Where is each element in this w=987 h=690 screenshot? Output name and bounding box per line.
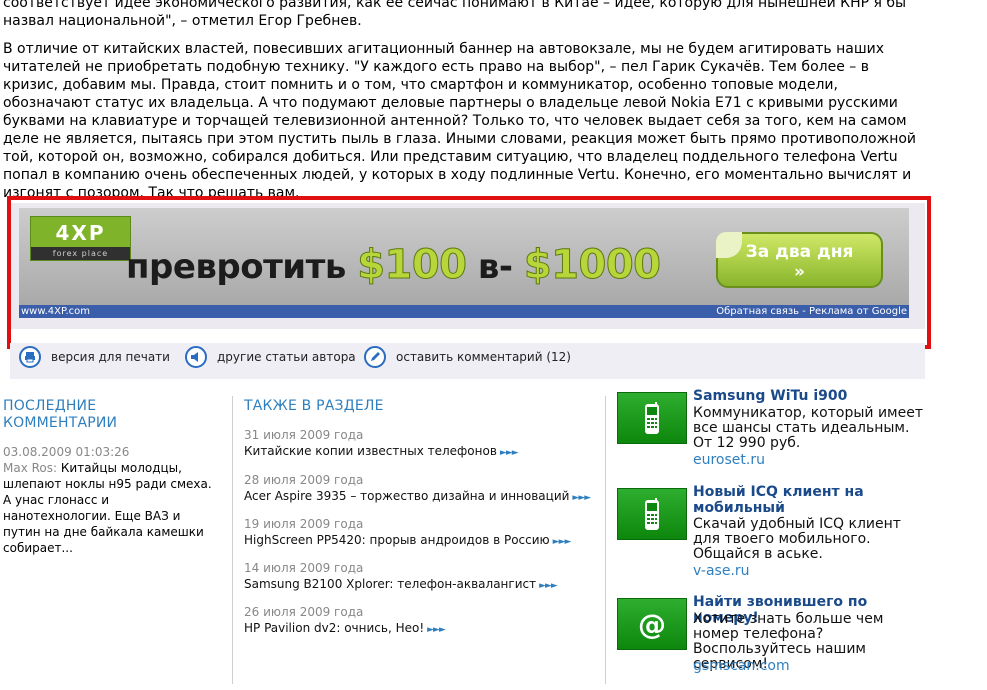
news-item: 28 июля 2009 года Acer Aspire 3935 – тор… [244, 472, 594, 506]
also-in-section-title: ТАКЖЕ В РАЗДЕЛЕ [244, 398, 384, 414]
news-link[interactable]: HP Pavilion dv2: очнись, Нео! ►►► [244, 620, 594, 638]
news-item: 26 июля 2009 года HP Pavilion dv2: очнис… [244, 604, 594, 638]
news-date: 14 июля 2009 года [244, 561, 364, 575]
leave-comment-label: оставить комментарий (12) [396, 350, 571, 364]
more-arrows-icon[interactable]: ►►► [500, 448, 519, 458]
more-arrows-icon[interactable]: ►►► [427, 625, 446, 635]
svg-text:@: @ [638, 608, 666, 641]
comment-author[interactable]: Max Ros: [3, 461, 57, 475]
print-version-link[interactable]: версия для печати [19, 346, 170, 368]
article-paragraph: В отличие от китайских властей, повесивш… [3, 41, 917, 201]
news-title[interactable]: HP Pavilion dv2: очнись, Нео! [244, 621, 424, 635]
text-ad[interactable]: Samsung WiTu i900 Коммуникатор, который … [617, 388, 923, 470]
speaker-icon [185, 346, 207, 368]
text-ad-url[interactable]: gsmscan.com [693, 658, 790, 674]
leave-comment-link[interactable]: оставить комментарий (12) [364, 346, 571, 368]
author-articles-link[interactable]: другие статьи автора [185, 346, 356, 368]
news-date: 31 июля 2009 года [244, 428, 364, 442]
article-paragraph: соответствует идее экономического развит… [3, 0, 907, 29]
comment-text[interactable]: Китайцы молодцы, шлепают ноклы н95 ради … [3, 461, 212, 555]
more-arrows-icon[interactable]: ►►► [539, 581, 558, 591]
pencil-icon [364, 346, 386, 368]
news-link[interactable]: Acer Aspire 3935 – торжество дизайна и и… [244, 488, 594, 506]
printer-icon [19, 346, 41, 368]
at-sign-icon: @ [617, 598, 687, 650]
text-ad[interactable]: @ Найти звонившего по номеру! Хотите зна… [617, 594, 917, 676]
mobile-phone-icon [617, 488, 687, 540]
column-divider [232, 396, 233, 684]
more-arrows-icon[interactable]: ►►► [553, 537, 572, 547]
text-ad-url[interactable]: euroset.ru [693, 452, 765, 468]
column-divider [605, 396, 606, 684]
latest-comments-title: ПОСЛЕДНИЕ КОММЕНТАРИИ [3, 398, 118, 431]
news-item: 31 июля 2009 года Китайские копии извест… [244, 427, 594, 461]
text-ad[interactable]: Новый ICQ клиент на мобильный Скачай удо… [617, 484, 917, 580]
text-ad-url[interactable]: v-ase.ru [693, 563, 750, 579]
text-ad-description: Скачай удобный ICQ клиент для твоего моб… [693, 516, 901, 562]
text-ad-description: Коммуникатор, который имеет все шансы ст… [693, 405, 923, 451]
article-tools-bar: версия для печати другие статьи автора о… [10, 343, 925, 379]
news-item: 14 июля 2009 года Samsung B2100 Xplorer:… [244, 560, 594, 594]
news-date: 19 июля 2009 года [244, 517, 364, 531]
news-link[interactable]: Китайские копии известных телефонов ►►► [244, 443, 594, 461]
news-date: 28 июля 2009 года [244, 473, 364, 487]
news-link[interactable]: HighScreen PP5420: прорыв андроидов в Ро… [244, 532, 594, 550]
comment-item: 03.08.2009 01:03:26 Max Ros: Китайцы мол… [3, 444, 218, 556]
news-item: 19 июля 2009 года HighScreen PP5420: про… [244, 516, 594, 550]
print-version-label: версия для печати [51, 350, 170, 364]
mobile-phone-icon [617, 392, 687, 444]
news-link[interactable]: Samsung B2100 Xplorer: телефон-акваланги… [244, 576, 594, 594]
news-title[interactable]: Китайские копии известных телефонов [244, 444, 497, 458]
comment-date: 03.08.2009 01:03:26 [3, 445, 130, 459]
article-body: соответствует идее экономического развит… [3, 0, 925, 212]
more-arrows-icon[interactable]: ►►► [572, 493, 591, 503]
news-title[interactable]: Acer Aspire 3935 – торжество дизайна и и… [244, 489, 569, 503]
text-ad-title[interactable]: Samsung WiTu i900 [693, 388, 923, 404]
text-ad-title[interactable]: Новый ICQ клиент на мобильный [693, 484, 923, 516]
ad-highlight-box [7, 196, 931, 349]
author-articles-label: другие статьи автора [217, 350, 356, 364]
comment-body: Max Ros: Китайцы молодцы, шлепают ноклы … [3, 460, 218, 556]
news-title[interactable]: HighScreen PP5420: прорыв андроидов в Ро… [244, 533, 550, 547]
news-title[interactable]: Samsung B2100 Xplorer: телефон-акваланги… [244, 577, 536, 591]
news-date: 26 июля 2009 года [244, 605, 364, 619]
